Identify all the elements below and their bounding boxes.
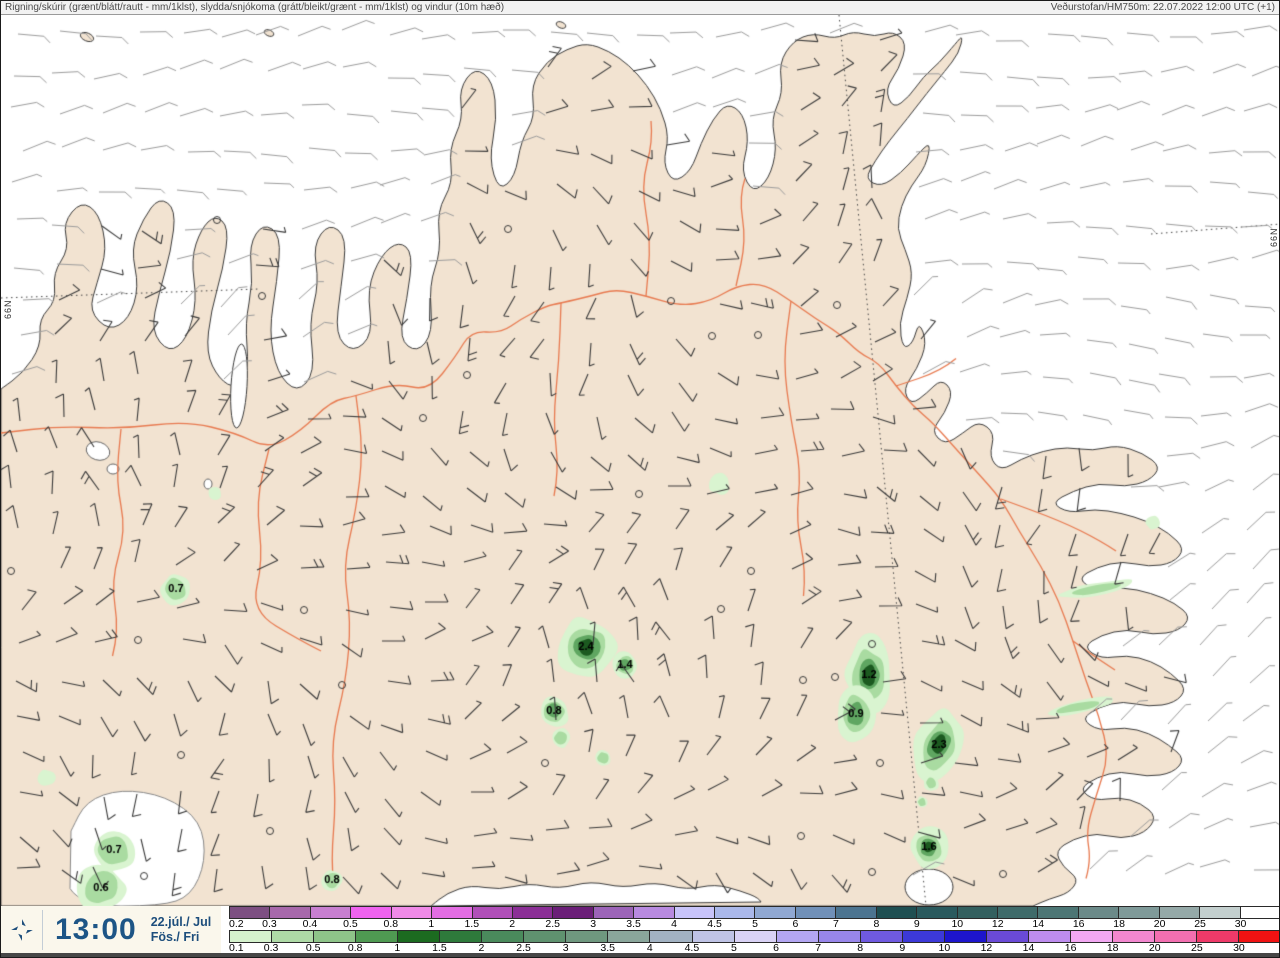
scale-tick-label: 30: [1234, 918, 1247, 930]
latitude-label-right: 66N: [1269, 227, 1279, 247]
scale-tick-label: 0.3: [262, 918, 277, 930]
scale-cell: [795, 906, 837, 919]
scale-tick-label: 5: [752, 918, 758, 930]
scale-tick-label: 20: [1153, 918, 1166, 930]
scale-tick-label: 1: [428, 918, 435, 930]
scale-tick-label: 1.5: [464, 918, 480, 930]
date-line-2: Fös./ Fri: [150, 929, 200, 944]
scale-cell: [836, 906, 877, 919]
weather-map-page: Rigning/skúrir (grænt/blátt/rautt - mm/1…: [0, 0, 1280, 958]
snow-scale-labels: 0.2 0.3 0.4 0.5 0.8 1 1.5 2 2.5 3 3.5 4 4.5 5 6 7 8 9 10 12…: [229, 918, 1279, 930]
scale-tick-label: 7: [833, 918, 839, 930]
scale-tick-label: 0.2: [229, 918, 244, 930]
date-line-1: 22.júl./ Jul: [150, 914, 212, 929]
weather-map-canvas: [1, 15, 1279, 906]
forecast-time: 13:00: [55, 912, 137, 946]
latitude-label-left: 66N: [3, 299, 13, 319]
bottom-border-strip: [1, 953, 1279, 957]
scale-tick-label: 8: [873, 918, 880, 930]
scale-cell: [876, 906, 918, 919]
scale-tick-label: 9: [913, 918, 920, 930]
vedurstofan-logo-icon: [11, 918, 33, 941]
rain-scale-bar: [229, 930, 1279, 943]
scale-tick-label: 3: [590, 918, 597, 930]
scale-cell: [1239, 930, 1279, 943]
scale-tick-label: 4.5: [707, 918, 722, 930]
scale-tick-label: 18: [1113, 918, 1125, 930]
scale-tick-label: 0.5: [343, 918, 358, 930]
scale-tick-label: 4: [671, 918, 677, 930]
scale-cell: [776, 930, 819, 943]
scale-tick-label: 3.5: [626, 918, 641, 930]
scale-cell: [734, 930, 777, 943]
forecast-date: 22.júl./ Jul Fös./ Fri: [151, 915, 211, 945]
divider: [42, 909, 43, 950]
scale-tick-label: 0.4: [302, 918, 318, 930]
scale-cell: [818, 930, 861, 943]
time-panel: 13:00 22.júl./ Jul Fös./ Fri: [1, 906, 221, 953]
scale-tick-label: 14: [1032, 918, 1045, 930]
scale-cell: [755, 906, 796, 919]
scale-cell: [860, 930, 903, 943]
header-bar: Rigning/skúrir (grænt/blátt/rautt - mm/1…: [1, 1, 1279, 15]
model-run-timestamp: Veðurstofan/HM750m: 22.07.2022 12:00 UTC…: [1050, 2, 1275, 13]
scale-tick-label: 16: [1072, 918, 1085, 930]
scale-tick-label: 6: [792, 918, 799, 930]
scale-tick-label: 25: [1194, 918, 1206, 930]
scale-tick-label: 2.5: [545, 918, 560, 930]
map-area: 66N 66N: [1, 15, 1279, 906]
footer-bar: 13:00 22.júl./ Jul Fös./ Fri 0.2 0.3 0.4 0.…: [1, 906, 1279, 954]
scale-tick-label: 0.8: [383, 918, 399, 930]
scale-tick-label: 10: [951, 918, 964, 930]
scale-tick-label: 12: [991, 918, 1004, 930]
scale-tick-label: 2: [509, 918, 516, 930]
legend-text: Rigning/skúrir (grænt/blátt/rautt - mm/1…: [5, 2, 505, 13]
